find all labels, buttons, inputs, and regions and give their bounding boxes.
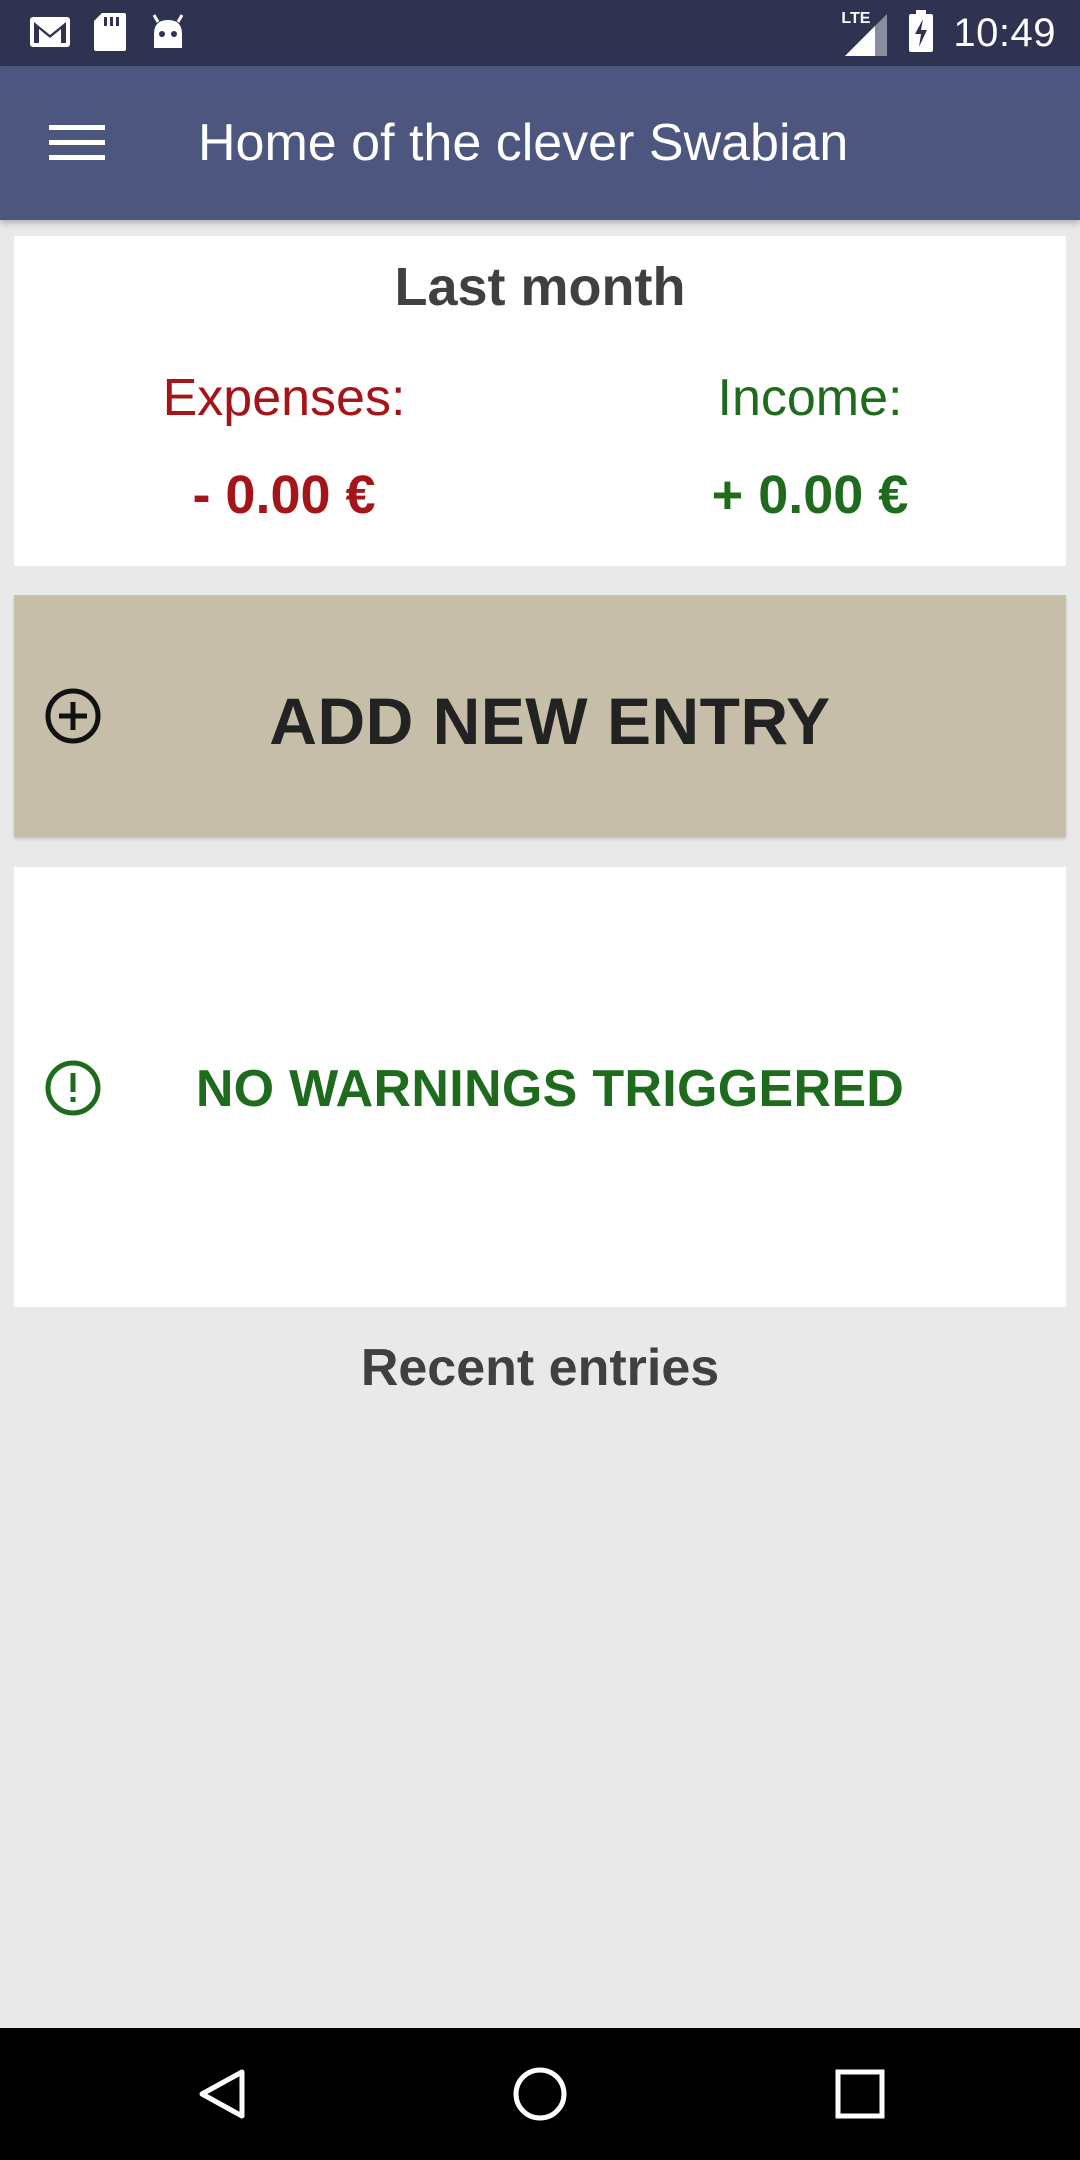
- warnings-status-label: NO WARNINGS TRIGGERED: [195, 1060, 905, 1118]
- lte-signal-icon: LTE: [839, 8, 889, 58]
- status-bar: LTE 10:49: [0, 0, 1080, 66]
- add-new-entry-button[interactable]: ADD NEW ENTRY: [14, 595, 1066, 837]
- recents-square-icon: [835, 2069, 885, 2119]
- app-bar: Home of the clever Swabian: [0, 66, 1080, 220]
- summary-title: Last month: [394, 257, 686, 317]
- recent-entries-title: Recent entries: [360, 1339, 720, 1397]
- add-new-entry-label: ADD NEW ENTRY: [269, 684, 831, 758]
- system-navigation-bar: [0, 2028, 1080, 2160]
- menu-button[interactable]: [40, 113, 114, 173]
- back-triangle-icon: [199, 2069, 245, 2119]
- income-label: Income:: [717, 369, 903, 427]
- income-value: + 0.00 €: [711, 465, 909, 525]
- expenses-value: - 0.00 €: [192, 465, 376, 525]
- expenses-label: Expenses:: [162, 369, 406, 427]
- gmail-icon: [28, 14, 72, 55]
- recents-button[interactable]: [820, 2058, 900, 2130]
- hamburger-menu-icon: [49, 125, 105, 160]
- android-icon: [148, 12, 188, 57]
- home-circle-icon: [513, 2067, 567, 2121]
- home-button[interactable]: [500, 2058, 580, 2130]
- app-title: Home of the clever Swabian: [198, 114, 849, 172]
- warnings-card: NO WARNINGS TRIGGERED: [14, 867, 1066, 1307]
- back-button[interactable]: [182, 2058, 262, 2130]
- status-time: 10:49: [953, 10, 1056, 55]
- battery-charging-icon: [907, 9, 935, 58]
- sd-card-icon: [92, 11, 128, 58]
- last-month-summary-card: Last month Expenses: - 0.00 € Income: + …: [14, 236, 1066, 566]
